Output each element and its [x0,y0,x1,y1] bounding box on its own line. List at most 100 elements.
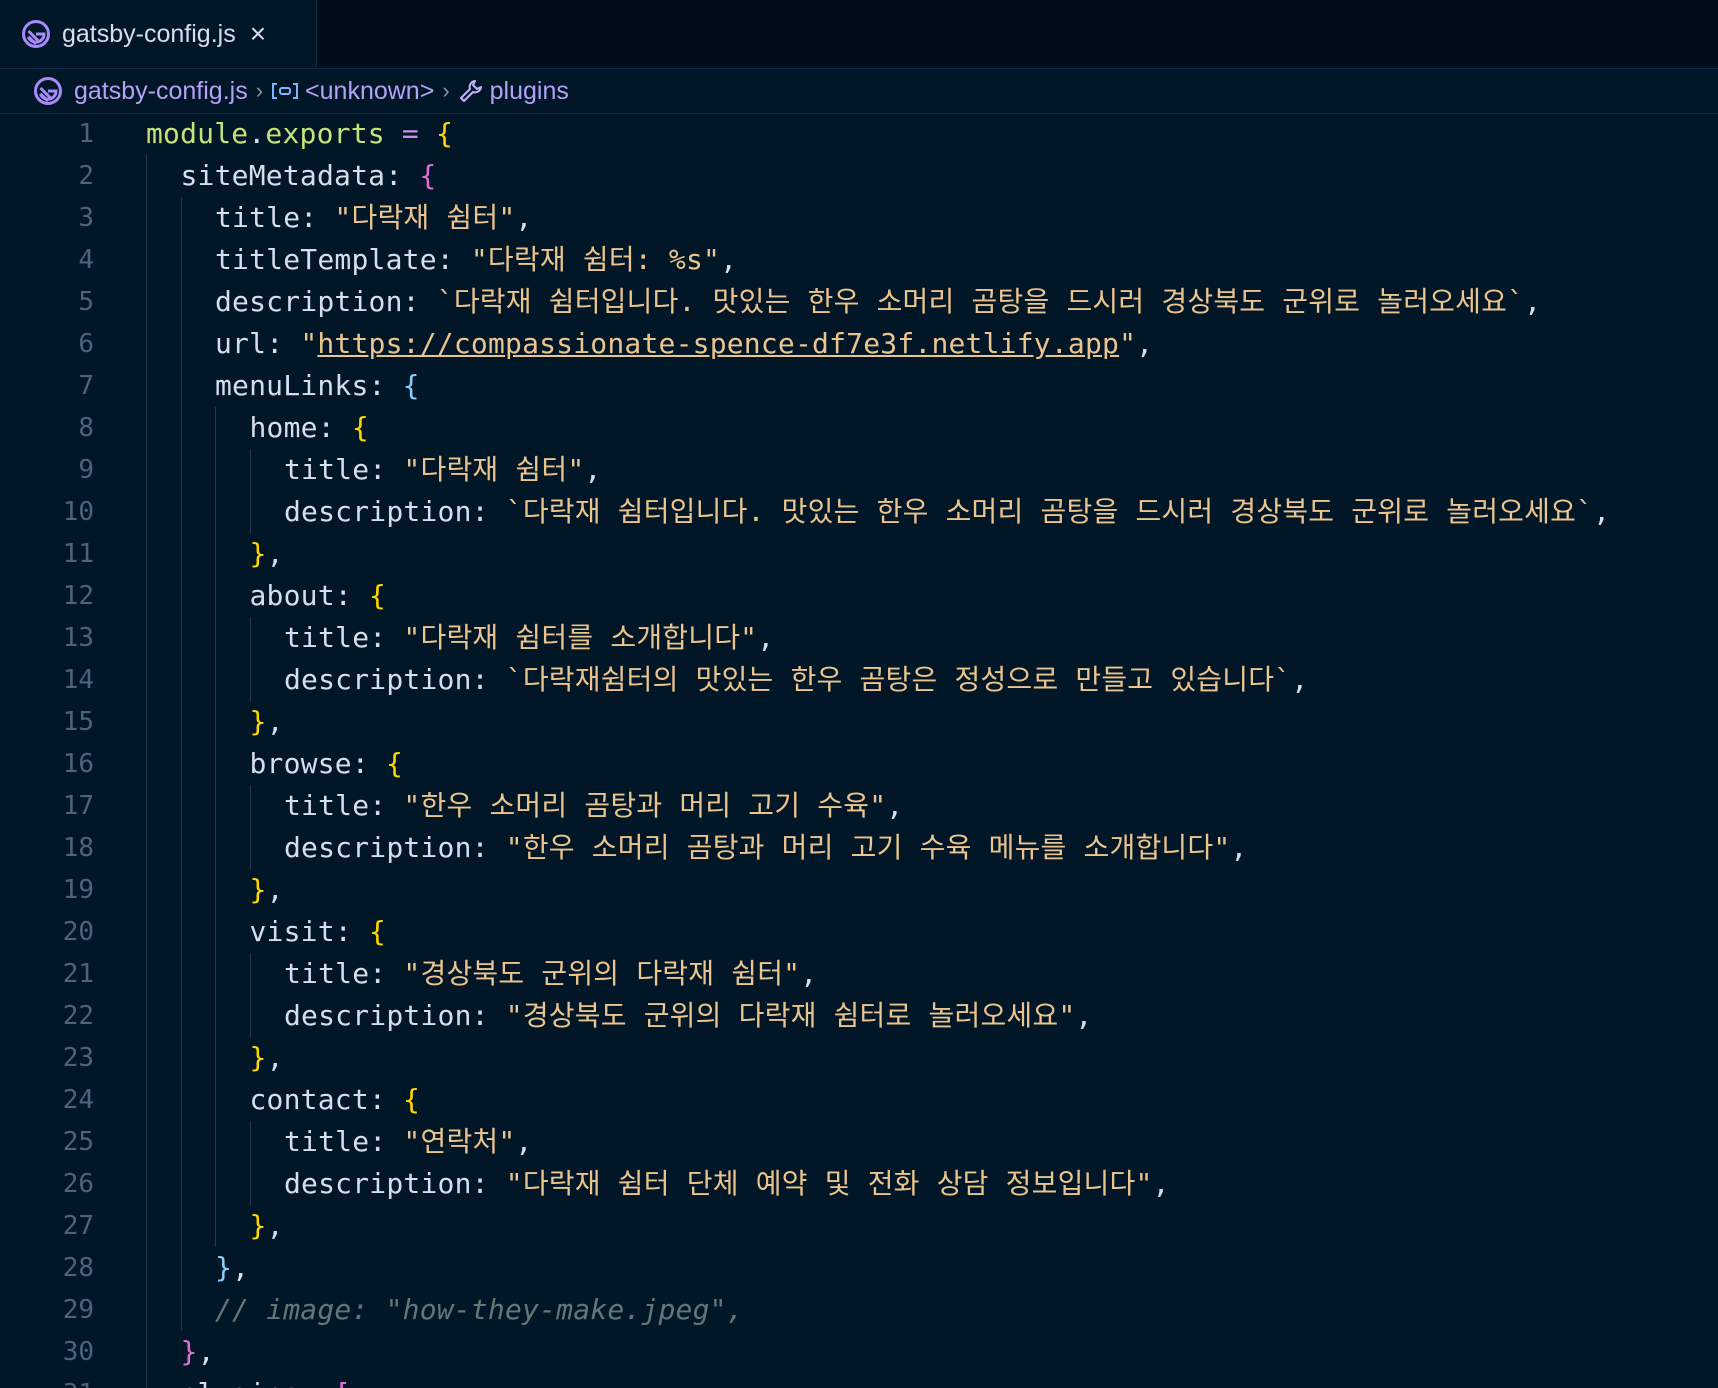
token-prop: visit [249,915,335,948]
token-punc: , [266,705,284,738]
indent-guide [215,407,216,449]
breadcrumb-file[interactable]: gatsby-config.js [74,77,248,106]
breadcrumb-symbol[interactable]: <unknown> [305,77,434,106]
code-line[interactable]: 2 siteMetadata: { [0,155,1718,197]
token-str: "연락처" [403,1125,516,1158]
code-text: home: { [250,407,369,449]
code-line[interactable]: 26 description: "다락재 쉼터 단체 예약 및 전화 상담 정보입… [0,1163,1718,1205]
line-number: 15 [62,707,94,737]
code-text: description: "다락재 쉼터 단체 예약 및 전화 상담 정보입니다… [284,1163,1170,1205]
token-punc: , [1136,327,1154,360]
code-text: title: "경상북도 군위의 다락재 쉼터", [284,953,817,995]
symbol-variable-icon [271,81,299,101]
line-number: 11 [62,539,94,569]
code-line[interactable]: 24 contact: { [0,1079,1718,1121]
breadcrumb-leaf[interactable]: plugins [490,77,569,106]
indent-guide [249,785,251,827]
code-line[interactable]: 8 home: { [0,407,1718,449]
token-punc: : [471,663,506,696]
token-punc: : [471,831,506,864]
code-line[interactable]: 17 title: "한우 소머리 곰탕과 머리 고기 수육", [0,785,1718,827]
indent-guide [146,407,147,449]
code-text: }, [250,701,284,743]
token-br1: { [368,579,386,612]
indent-guide [146,155,147,197]
code-line[interactable]: 12 about: { [0,575,1718,617]
indent-guide [215,575,216,617]
code-line[interactable]: 6 url: "https://compassionate-spence-df7e… [0,323,1718,365]
line-number: 24 [62,1085,94,1115]
code-line[interactable]: 29 // image: "how-they-make.jpeg", [0,1289,1718,1331]
token-prop: title [284,957,370,990]
token-url[interactable]: https://compassionate-spence-df7e3f.netl… [317,327,1119,360]
code-line[interactable]: 21 title: "경상북도 군위의 다락재 쉼터", [0,953,1718,995]
code-line[interactable]: 23}, [0,1037,1718,1079]
code-line[interactable]: 7 menuLinks: { [0,365,1718,407]
code-text: title: "다락재 쉼터", [284,449,601,491]
tab-label: gatsby-config.js [62,19,236,48]
token-br1: { [385,747,404,780]
indent-guide [180,449,182,491]
token-prop: contact [249,1083,369,1116]
code-line[interactable]: 3 title: "다락재 쉼터", [0,197,1718,239]
code-line[interactable]: 16 browse: { [0,743,1718,785]
code-line[interactable]: 28}, [0,1247,1718,1289]
code-line[interactable]: 1 module.exports = { [0,114,1718,155]
token-str: "한우 소머리 곰탕과 머리 고기 수육 메뉴를 소개합니다" [505,831,1231,864]
token-prop: siteMetadata [180,159,386,192]
code-line[interactable]: 14 description: `다락재쉼터의 맛있는 한우 곰탕은 정성으로 만… [0,659,1718,701]
line-number: 28 [62,1253,94,1283]
token-punc: , [1152,1167,1170,1200]
token-punc: : [266,327,301,360]
token-punc: , [232,1251,250,1284]
code-line[interactable]: 11}, [0,533,1718,575]
token-str: "다락재 쉼터: %s" [470,243,721,276]
indent-guide [180,281,182,323]
token-punc: , [515,201,533,234]
token-punc: : [369,957,404,990]
indent-guide [215,1205,216,1247]
code-line[interactable]: 30}, [0,1331,1718,1373]
tab-gatsby-config[interactable]: gatsby-config.js × [0,0,317,68]
token-punc: : [436,243,471,276]
indent-guide [215,449,216,491]
token-punc: , [757,621,775,654]
code-text: title: "연락처", [284,1121,532,1163]
code-line[interactable]: 19}, [0,869,1718,911]
token-str: "다락재 쉼터 단체 예약 및 전화 상담 정보입니다" [505,1167,1153,1200]
code-line[interactable]: 13 title: "다락재 쉼터를 소개합니다", [0,617,1718,659]
indent-guide [249,827,251,869]
code-line[interactable]: 31 plugins: [ [0,1373,1718,1388]
token-br2: { [419,159,437,192]
code-line[interactable]: 10 description: `다락재 쉼터입니다. 맛있는 한우 소머리 곰탕… [0,491,1718,533]
code-line[interactable]: 20 visit: { [0,911,1718,953]
code-text: }, [215,1247,249,1289]
line-number: 16 [62,749,94,779]
indent-guide [249,1163,251,1205]
indent-guide [180,1205,182,1247]
code-text: menuLinks: { [215,365,420,407]
code-line[interactable]: 4 titleTemplate: "다락재 쉼터: %s", [0,239,1718,281]
code-line[interactable]: 15}, [0,701,1718,743]
code-text: }, [250,533,284,575]
token-cmt: // image: "how-they-make.jpeg", [215,1293,744,1326]
code-line[interactable]: 5 description: `다락재 쉼터입니다. 맛있는 한우 소머리 곰탕을… [0,281,1718,323]
code-line[interactable]: 9 title: "다락재 쉼터", [0,449,1718,491]
code-line[interactable]: 18 description: "한우 소머리 곰탕과 머리 고기 수육 메뉴를 … [0,827,1718,869]
code-line[interactable]: 25 title: "연락처", [0,1121,1718,1163]
indent-guide [146,911,147,953]
code-text: }, [250,1205,284,1247]
code-line[interactable]: 22 description: "경상북도 군위의 다락재 쉼터로 놀러오세요", [0,995,1718,1037]
token-br1: } [249,873,267,906]
code-text: visit: { [250,911,386,953]
code-line[interactable]: 27}, [0,1205,1718,1247]
token-str: `다락재쉼터의 맛있는 한우 곰탕은 정성으로 만들고 있습니다` [505,663,1292,696]
code-editor[interactable]: 1 module.exports = {2 siteMetadata: {3 titl… [0,114,1718,1388]
indent-guide [146,1205,147,1247]
line-number: 23 [62,1043,94,1073]
token-prop: description [284,999,472,1032]
token-prop: description [284,495,472,528]
line-number: 4 [78,245,94,275]
token-punc: , [584,453,602,486]
close-icon[interactable]: × [250,20,266,48]
